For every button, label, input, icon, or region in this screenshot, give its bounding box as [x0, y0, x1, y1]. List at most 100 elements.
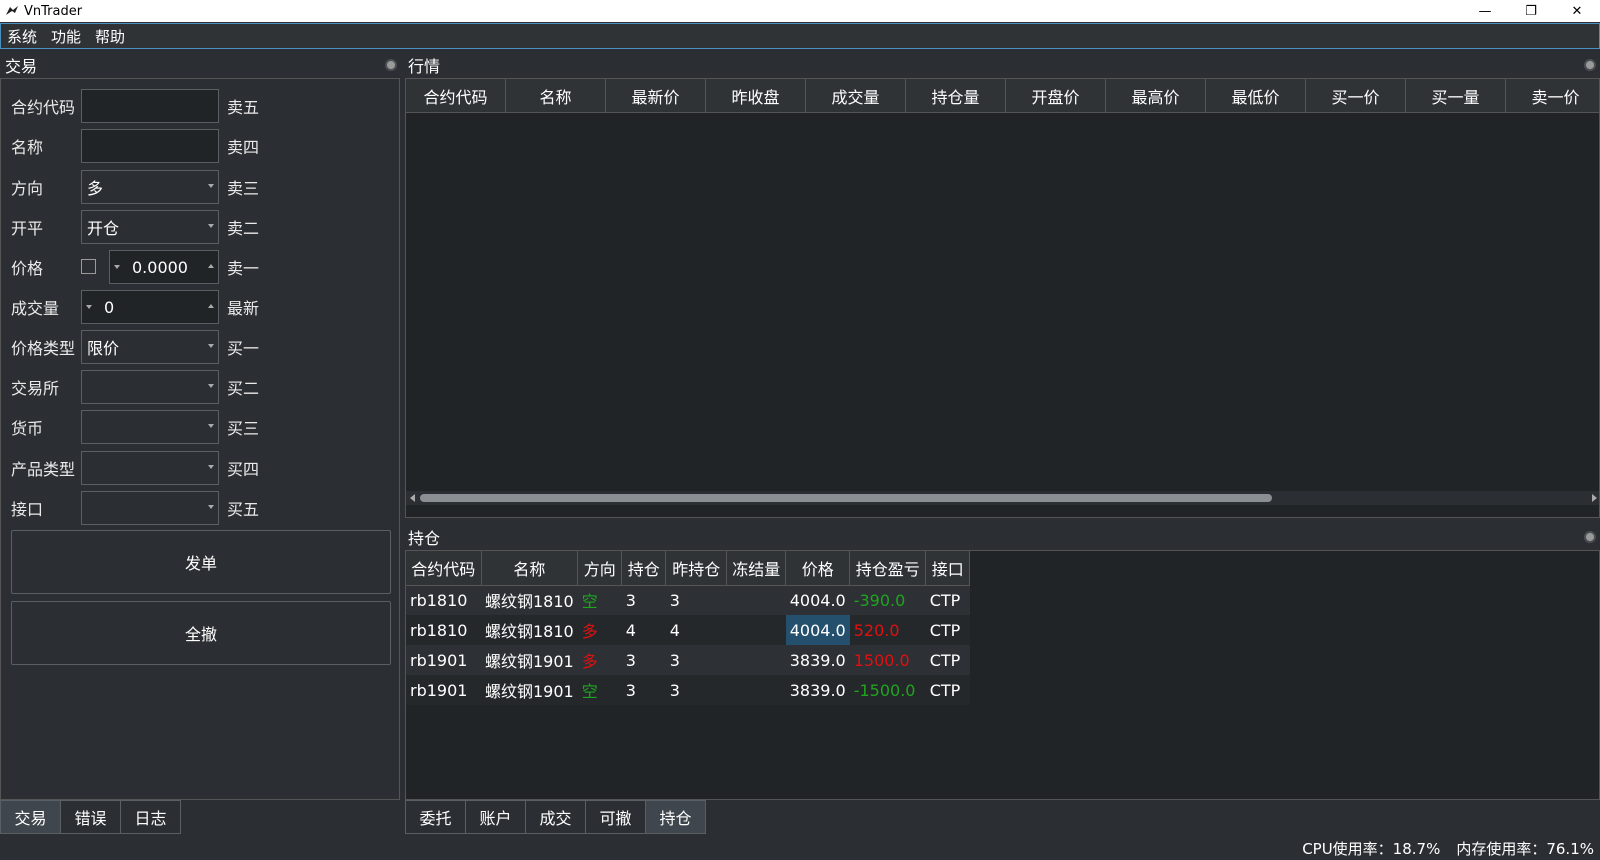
- col-name[interactable]: 名称: [481, 551, 579, 586]
- symbol-input[interactable]: [81, 89, 219, 123]
- col-symbol[interactable]: 合约代码: [406, 551, 482, 586]
- cell-price: 3839.0: [785, 645, 850, 675]
- cell-symbol: rb1810: [406, 585, 481, 615]
- volume-spinbox[interactable]: 0: [81, 290, 219, 324]
- spin-up-icon[interactable]: [208, 264, 214, 268]
- offset-select[interactable]: 开仓: [81, 210, 219, 244]
- col-last-price[interactable]: 最新价: [606, 79, 706, 113]
- table-row[interactable]: rb1810 螺纹钢1810 多 4 4 4004.0 520.0 CTP: [406, 615, 970, 645]
- cell-symbol: rb1901: [406, 645, 481, 675]
- position-panel-title: 持仓: [408, 529, 441, 548]
- restore-button[interactable]: ❐: [1508, 0, 1554, 22]
- menu-function[interactable]: 功能: [51, 26, 81, 47]
- name-input[interactable]: [81, 129, 219, 163]
- cell-direction: 多: [577, 645, 622, 675]
- product-row: 产品类型 买四: [11, 451, 391, 485]
- market-panel: 合约代码 名称 最新价 昨收盘 成交量 持仓量 开盘价 最高价 最低价 买一价 …: [405, 78, 1600, 518]
- bottom-tab-bar: 委托 账户 成交 可撤 持仓: [405, 800, 706, 834]
- cell-yd-position: 3: [665, 645, 727, 675]
- col-ask1-price[interactable]: 卖一价: [1506, 79, 1599, 113]
- table-row[interactable]: rb1901 螺纹钢1901 多 3 3 3839.0 1500.0 CTP: [406, 645, 970, 675]
- memory-usage: 内存使用率：76.1%: [1456, 840, 1594, 858]
- col-direction[interactable]: 方向: [577, 551, 623, 586]
- minimize-button[interactable]: —: [1462, 0, 1508, 22]
- table-row[interactable]: rb1901 螺纹钢1901 空 3 3 3839.0 -1500.0 CTP: [406, 675, 970, 705]
- market-table-header: 合约代码 名称 最新价 昨收盘 成交量 持仓量 开盘价 最高价 最低价 买一价 …: [406, 79, 1599, 113]
- col-bid1-volume[interactable]: 买一量: [1406, 79, 1506, 113]
- position-panel-close-icon[interactable]: [1584, 531, 1596, 543]
- col-position[interactable]: 持仓: [621, 551, 667, 586]
- col-yd-position[interactable]: 昨持仓: [665, 551, 728, 586]
- market-panel-close-icon[interactable]: [1584, 59, 1596, 71]
- cell-position: 3: [621, 675, 666, 705]
- tab-account[interactable]: 账户: [465, 800, 526, 834]
- col-high-price[interactable]: 最高价: [1106, 79, 1206, 113]
- scrollbar-thumb[interactable]: [420, 494, 1272, 502]
- tab-cancelable[interactable]: 可撤: [585, 800, 646, 834]
- offset-label: 开平: [11, 219, 44, 238]
- cell-price-selected[interactable]: 4004.0: [785, 615, 850, 645]
- col-pnl[interactable]: 持仓盈亏: [849, 551, 927, 586]
- tab-trades[interactable]: 成交: [525, 800, 586, 834]
- app-logo-icon: [6, 6, 18, 15]
- menu-system[interactable]: 系统: [7, 26, 37, 47]
- window-title: VnTrader: [24, 3, 83, 19]
- col-name[interactable]: 名称: [506, 79, 606, 113]
- col-open-interest[interactable]: 持仓量: [906, 79, 1006, 113]
- cell-frozen: [726, 585, 786, 615]
- bid4-label: 买四: [227, 460, 260, 479]
- currency-select[interactable]: [81, 410, 219, 444]
- volume-value: 0: [104, 297, 115, 317]
- col-bid1-price[interactable]: 买一价: [1306, 79, 1406, 113]
- cancel-all-button[interactable]: 全撤: [11, 601, 391, 665]
- exchange-select[interactable]: [81, 370, 219, 404]
- tab-log[interactable]: 日志: [120, 800, 181, 834]
- tab-error[interactable]: 错误: [60, 800, 121, 834]
- tab-trade[interactable]: 交易: [0, 800, 61, 834]
- spin-up-icon[interactable]: [208, 304, 214, 308]
- cell-name: 螺纹钢1810: [481, 585, 578, 615]
- col-frozen[interactable]: 冻结量: [726, 551, 787, 586]
- tab-positions[interactable]: 持仓: [645, 800, 706, 834]
- send-order-button[interactable]: 发单: [11, 530, 391, 594]
- exchange-label: 交易所: [11, 379, 60, 398]
- cell-name: 螺纹钢1901: [481, 675, 578, 705]
- tab-orders[interactable]: 委托: [405, 800, 466, 834]
- trade-panel-close-icon[interactable]: [385, 59, 397, 71]
- close-window-button[interactable]: ✕: [1554, 0, 1600, 22]
- cell-symbol: rb1810: [406, 615, 481, 645]
- cell-gateway: CTP: [925, 675, 970, 705]
- chevron-down-icon: [208, 505, 214, 509]
- offset-value: 开仓: [87, 219, 120, 238]
- direction-select[interactable]: 多: [81, 170, 219, 204]
- market-panel-title: 行情: [408, 57, 441, 76]
- price-checkbox[interactable]: [81, 259, 96, 274]
- price-spinbox[interactable]: 0.0000: [109, 250, 219, 284]
- spin-down-icon[interactable]: [110, 265, 124, 269]
- cell-gateway: CTP: [925, 615, 970, 645]
- product-select[interactable]: [81, 451, 219, 485]
- ask3-label: 卖三: [227, 179, 260, 198]
- spin-down-icon[interactable]: [82, 305, 96, 309]
- col-low-price[interactable]: 最低价: [1206, 79, 1306, 113]
- product-label: 产品类型: [11, 460, 76, 479]
- gateway-select[interactable]: [81, 491, 219, 525]
- cell-pnl: 520.0: [849, 615, 926, 645]
- horizontal-scrollbar[interactable]: [406, 491, 1599, 505]
- col-volume[interactable]: 成交量: [806, 79, 906, 113]
- col-symbol[interactable]: 合约代码: [406, 79, 506, 113]
- cell-position: 3: [621, 645, 666, 675]
- col-price[interactable]: 价格: [785, 551, 851, 586]
- scroll-right-icon[interactable]: [1592, 494, 1597, 502]
- volume-row: 成交量 0 最新: [11, 290, 391, 324]
- price-type-select[interactable]: 限价: [81, 330, 219, 364]
- cell-symbol: rb1901: [406, 675, 481, 705]
- gateway-label: 接口: [11, 500, 44, 519]
- col-pre-close[interactable]: 昨收盘: [706, 79, 806, 113]
- menu-help[interactable]: 帮助: [95, 26, 125, 47]
- scroll-left-icon[interactable]: [410, 494, 415, 502]
- table-row[interactable]: rb1810 螺纹钢1810 空 3 3 4004.0 -390.0 CTP: [406, 585, 970, 615]
- col-open-price[interactable]: 开盘价: [1006, 79, 1106, 113]
- col-gateway[interactable]: 接口: [925, 551, 971, 586]
- chevron-down-icon: [208, 424, 214, 428]
